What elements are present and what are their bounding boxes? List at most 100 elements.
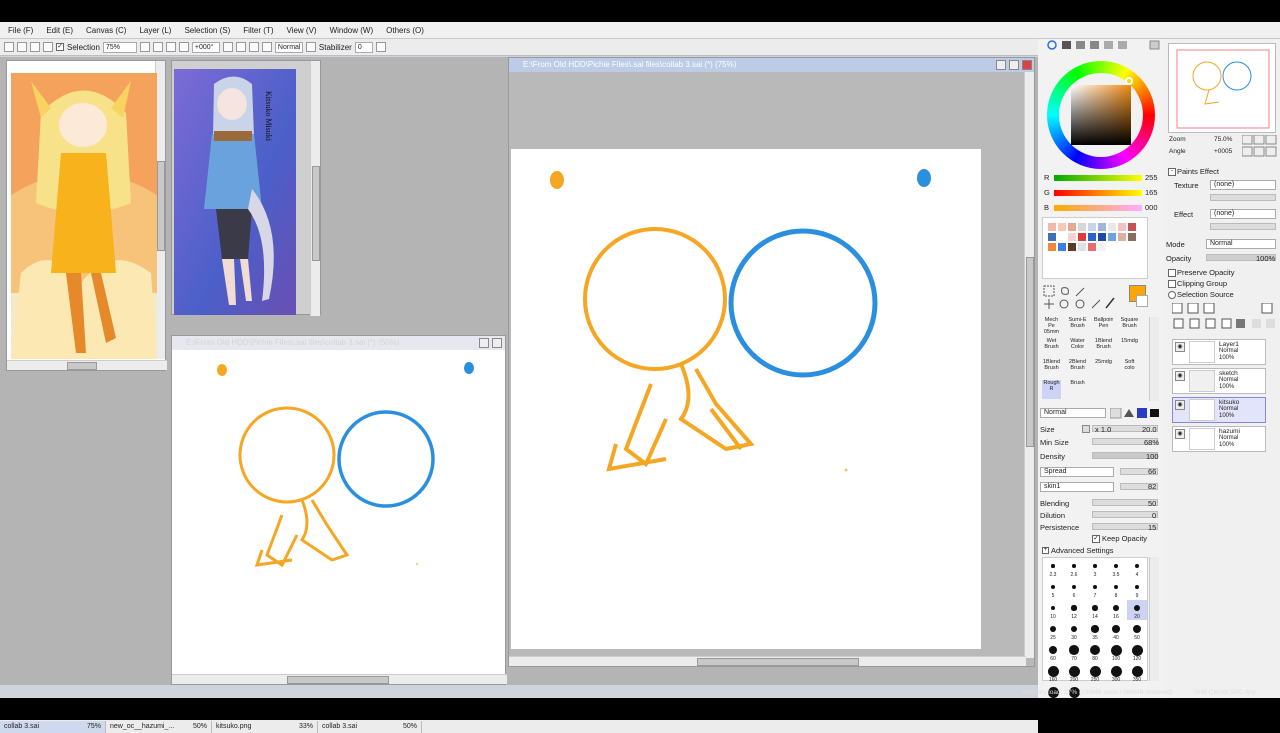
scroll-thumb[interactable]	[67, 362, 97, 370]
g-value[interactable]: 165	[1145, 188, 1158, 197]
brush-size-preset[interactable]: 6	[1064, 579, 1084, 599]
deselect-icon[interactable]	[30, 42, 40, 52]
zoom-out-icon[interactable]	[152, 42, 163, 52]
scroll-thumb[interactable]	[312, 166, 320, 261]
spread-select[interactable]: Spread	[1040, 467, 1114, 477]
brush-tool[interactable]: Water Color	[1068, 338, 1087, 357]
secondary-window-titlebar[interactable]: E:\From Old HDD\Pichie Files\.sai files\…	[172, 336, 505, 350]
tab-kitsuko-png[interactable]: kitsuko.png 33%	[212, 720, 318, 733]
color-swatch[interactable]	[1118, 233, 1126, 241]
advanced-settings-toggle[interactable]: +	[1042, 547, 1049, 554]
scroll-thumb[interactable]	[1026, 257, 1034, 447]
canvas-window-main[interactable]: E:\From Old HDD\Pichie Files\.sai files\…	[508, 57, 1035, 667]
color-swatch[interactable]	[1098, 243, 1106, 251]
keep-opacity-checkbox[interactable]: ✓	[1092, 535, 1100, 543]
brush-size-preset[interactable]: 16	[1106, 600, 1126, 620]
blend-menu-icon[interactable]	[305, 42, 316, 52]
r-value[interactable]: 255	[1145, 173, 1158, 182]
brush-tool[interactable]: Soft colo	[1120, 359, 1139, 378]
brush-size-preset[interactable]: 3	[1085, 558, 1105, 578]
texture-strength-slider[interactable]	[1210, 194, 1276, 201]
brush-size-preset[interactable]: 40	[1106, 621, 1126, 641]
selection-tools[interactable]	[1042, 284, 1122, 314]
density-value[interactable]: 100	[1146, 452, 1159, 461]
scroll-thumb[interactable]	[157, 161, 165, 251]
brush-size-preset[interactable]: 4	[1127, 558, 1147, 578]
menu-selection[interactable]: Selection (S)	[184, 26, 230, 35]
brush-tool[interactable]: 2Blend Brush	[1068, 359, 1087, 378]
color-swatch[interactable]	[1098, 223, 1106, 231]
redo-icon[interactable]	[17, 42, 27, 52]
color-swatch[interactable]	[1078, 243, 1086, 251]
brush-size-preset[interactable]: 70	[1064, 642, 1084, 662]
menu-view[interactable]: View (V)	[286, 26, 316, 35]
maximize-icon[interactable]	[492, 338, 502, 348]
scroll-thumb[interactable]	[697, 658, 859, 666]
menu-canvas[interactable]: Canvas (C)	[86, 26, 126, 35]
color-swatch[interactable]	[1078, 223, 1086, 231]
menu-layer[interactable]: Layer (L)	[139, 26, 171, 35]
brush-size-preset[interactable]: 60	[1043, 642, 1063, 662]
brush-size-preset[interactable]: 2.6	[1064, 558, 1084, 578]
vertical-scrollbar[interactable]	[310, 61, 320, 316]
nav-angle-value[interactable]: +0005	[1214, 148, 1232, 155]
zoom-in-icon[interactable]	[165, 42, 176, 52]
brush-tool[interactable]: Brush	[1068, 380, 1087, 399]
size-presets-scrollbar[interactable]	[1149, 557, 1159, 681]
green-slider[interactable]	[1054, 190, 1142, 196]
brush-size-preset[interactable]: 10	[1043, 600, 1063, 620]
brush-tool[interactable]: 1Blend Brush	[1094, 338, 1113, 357]
color-swatch[interactable]	[1048, 223, 1056, 231]
brush-size-preset[interactable]: 5	[1043, 579, 1063, 599]
dilution-value[interactable]: 0	[1152, 511, 1156, 520]
zoom-reset-icon[interactable]	[178, 42, 189, 52]
size-multiplier-button[interactable]	[1082, 425, 1090, 433]
menu-others[interactable]: Others (O)	[386, 26, 424, 35]
red-slider[interactable]	[1054, 175, 1142, 181]
brush-size-preset[interactable]: 350	[1127, 663, 1147, 683]
brush-size-preset[interactable]: 8	[1106, 579, 1126, 599]
brush-shape-buttons[interactable]	[1110, 408, 1160, 419]
zoom-field[interactable]: 75%	[102, 41, 137, 53]
brush-size-preset[interactable]: 100	[1106, 642, 1126, 662]
advanced-settings-label[interactable]: Advanced Settings	[1051, 546, 1114, 555]
clipping-group-checkbox[interactable]	[1168, 280, 1176, 288]
navigator-buttons[interactable]	[1242, 135, 1280, 159]
brush-size-preset[interactable]: 200	[1064, 663, 1084, 683]
brush-size-preset[interactable]: 35	[1085, 621, 1105, 641]
brush-size-preset[interactable]: 80	[1085, 642, 1105, 662]
brush-size-preset[interactable]: 14	[1085, 600, 1105, 620]
stabilizer-menu-icon[interactable]	[375, 42, 386, 52]
brush-size-preset[interactable]: 7	[1085, 579, 1105, 599]
reference-window-kitsuko[interactable]	[6, 60, 167, 371]
main-canvas[interactable]	[511, 149, 981, 649]
brush-size-preset[interactable]: 30	[1064, 621, 1084, 641]
visibility-icon[interactable]: ◉	[1175, 371, 1185, 381]
brush-size-preset[interactable]: 120	[1127, 642, 1147, 662]
preserve-opacity-checkbox[interactable]	[1168, 269, 1176, 277]
color-swatches[interactable]	[1042, 217, 1148, 279]
navigator-preview[interactable]	[1168, 43, 1276, 133]
visibility-icon[interactable]: ◉	[1175, 400, 1185, 410]
paper-texture-select[interactable]: (none)	[1210, 180, 1276, 190]
layer-row[interactable]: ◉ hazumi Normal 100%	[1172, 426, 1266, 452]
color-swatch[interactable]	[1128, 233, 1136, 241]
brush-size-preset[interactable]: 2.3	[1043, 558, 1063, 578]
color-swatch[interactable]	[1068, 223, 1076, 231]
brush-size-preset[interactable]: 9	[1127, 579, 1147, 599]
main-window-titlebar[interactable]: E:\From Old HDD\Pichie Files\.sai files\…	[509, 58, 1034, 72]
brush-size-preset[interactable]: 12	[1064, 600, 1084, 620]
tab-new-oc-hazumi[interactable]: new_oc__hazumi_... 50%	[106, 720, 212, 733]
spread-value[interactable]: 66	[1148, 467, 1156, 476]
brush-mode-select[interactable]: Normal	[1040, 408, 1106, 418]
visibility-icon[interactable]: ◉	[1175, 342, 1185, 352]
brush-size-preset[interactable]: 50	[1127, 621, 1147, 641]
blend-mode-select[interactable]: Normal	[274, 41, 303, 53]
brush-size-preset[interactable]: 3.5	[1106, 558, 1126, 578]
horizontal-scrollbar[interactable]	[509, 656, 1026, 666]
color-swatch[interactable]	[1058, 243, 1066, 251]
canvas-window-secondary[interactable]: E:\From Old HDD\Pichie Files\.sai files\…	[171, 335, 507, 685]
undo-icon[interactable]	[4, 42, 14, 52]
tab-collab-3-50[interactable]: collab 3.sai 50%	[318, 720, 422, 733]
stabilizer-select[interactable]: 0	[354, 41, 373, 53]
